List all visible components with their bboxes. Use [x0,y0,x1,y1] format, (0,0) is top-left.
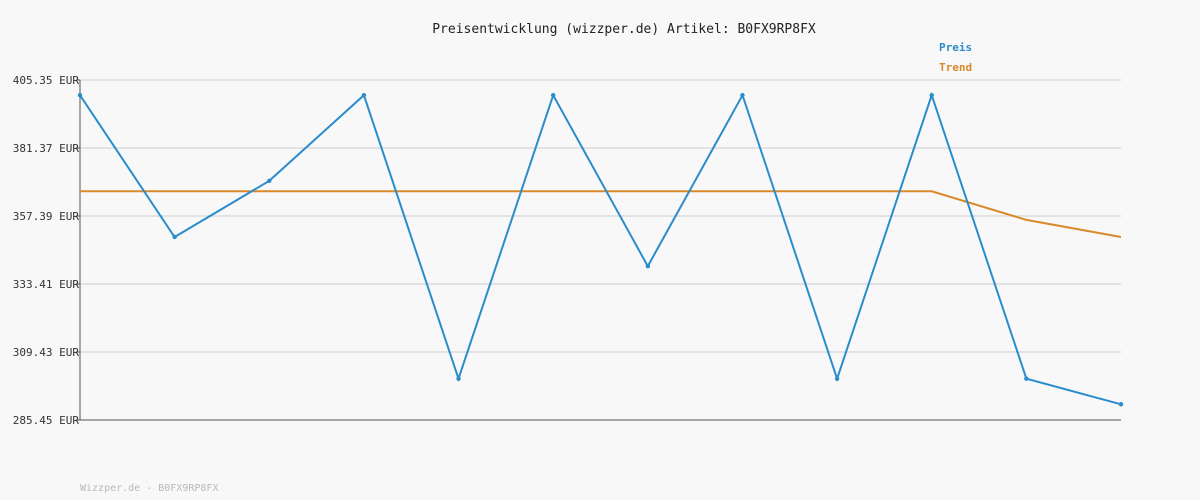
data-point-preis [834,376,840,381]
data-point-preis [645,263,651,269]
data-point-preis [1024,376,1029,381]
legend: Preis Trend [939,41,972,74]
data-point-preis [361,92,367,98]
footer-text: Wizzper.de - B0FX9RP8FX [80,483,218,494]
data-point-preis [172,234,177,240]
data-point-preis [267,178,272,184]
y-tick-label: 381.37 EUR [13,142,80,155]
data-point-preis [456,376,461,381]
data-point-preis [77,92,83,98]
y-tick-label: 357.39 EUR [13,210,80,223]
data-point-preis [740,92,745,98]
y-tick-label: 309.43 EUR [13,346,80,359]
data-point-preis [550,92,556,98]
y-tick-label: 405.35 EUR [13,74,80,87]
y-tick-label: 285.45 EUR [13,414,80,427]
series-group [77,92,1124,407]
series-line-preis [79,92,1122,406]
price-chart: Preisentwicklung (wizzper.de) Artikel: B… [13,22,1124,494]
y-axis-labels: 405.35 EUR 381.37 EUR 357.39 EUR 333.41 EUR… [13,74,80,427]
data-point-preis [929,92,934,98]
legend-entry-preis: Preis [939,41,972,54]
chart-title: Preisentwicklung (wizzper.de) Artikel: B… [432,22,816,37]
y-tick-label: 333.41 EUR [13,278,80,291]
legend-entry-trend: Trend [939,61,972,74]
gridlines [80,79,1121,353]
data-point-preis [1118,402,1124,407]
series-line-trend [80,190,1122,238]
